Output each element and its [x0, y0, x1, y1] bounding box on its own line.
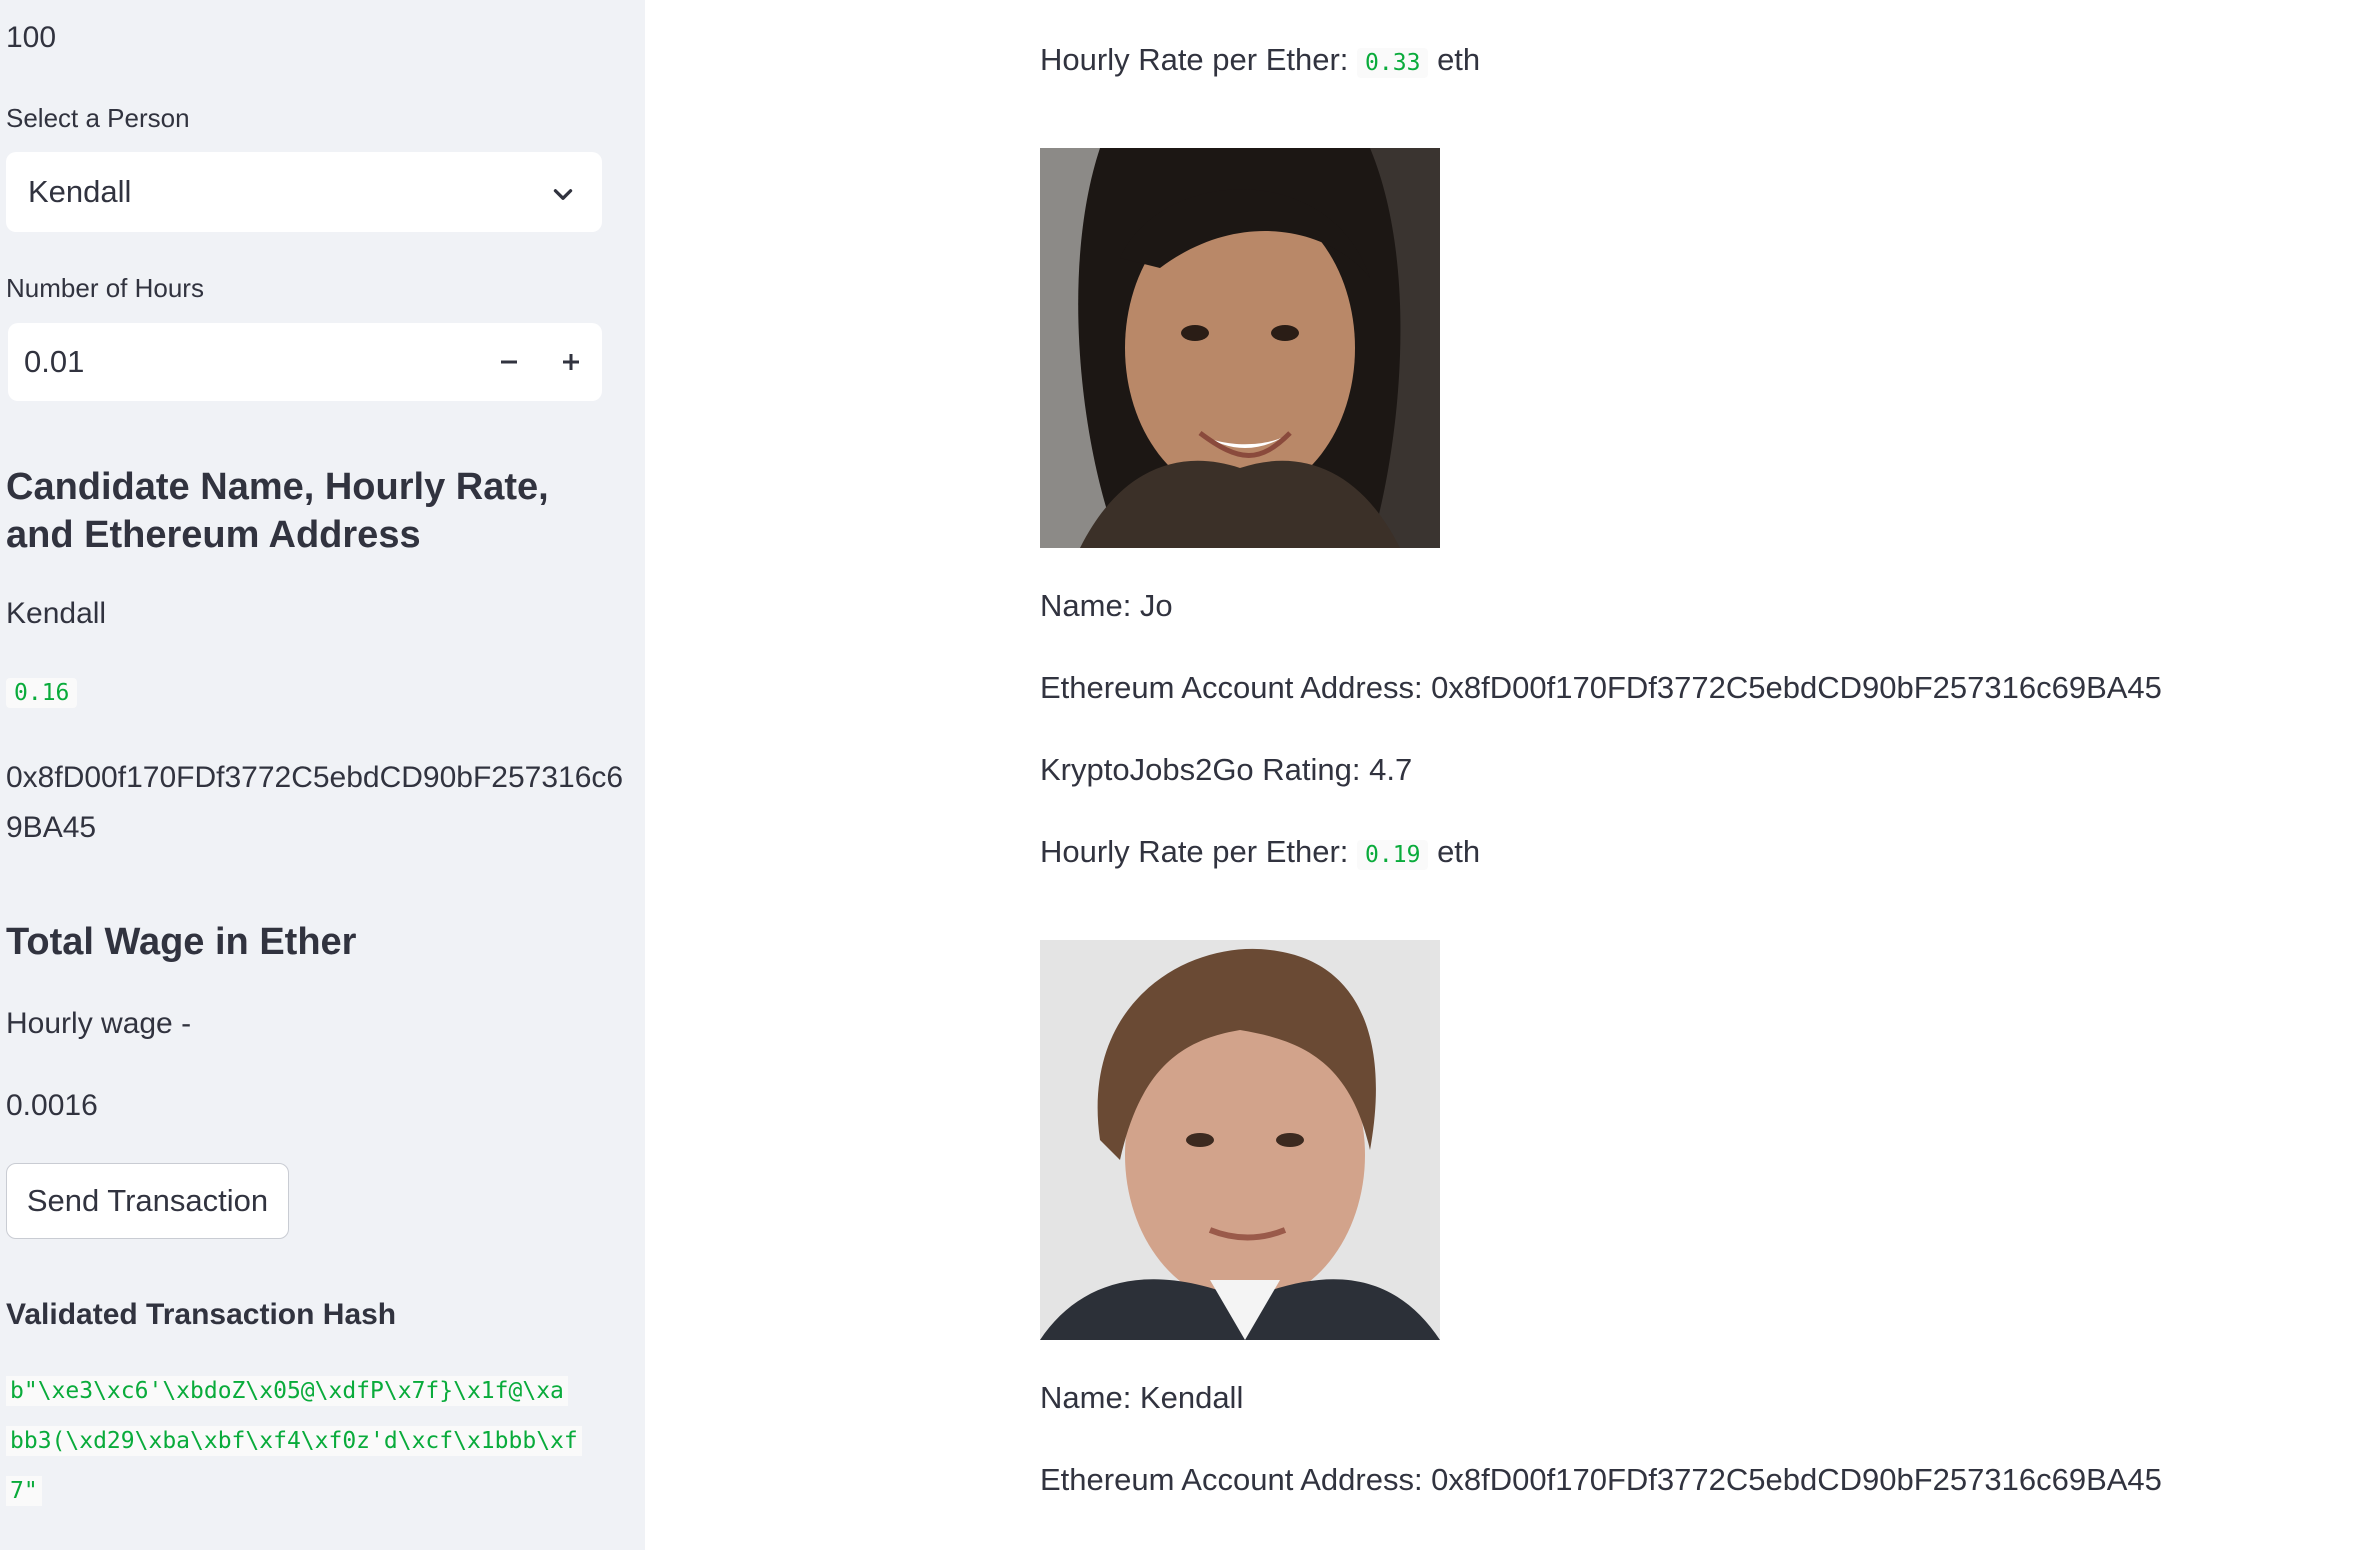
candidate-address-line1: 0x8fD00f170FDf3772C5ebdCD90bF257316c6: [6, 761, 624, 794]
person-jo-name: Name: Jo: [1040, 588, 1173, 623]
chevron-down-icon: [550, 179, 576, 205]
minus-icon: [501, 360, 517, 364]
select-person-label: Select a Person: [6, 103, 190, 133]
select-person-dropdown[interactable]: Kendall: [6, 152, 602, 232]
transaction-hash: b"\xe3\xc6'\xbdoZ\x05@\xdfP\x7f}\x1f@\xa…: [6, 1366, 602, 1516]
hash-line-2: bb3(\xd29\xba\xbf\xf4\xf0z'd\xcf\x1bbb\x…: [6, 1426, 582, 1456]
hours-value[interactable]: 0.01: [24, 344, 478, 380]
decrement-button[interactable]: [478, 323, 540, 401]
hourly-wage-label: Hourly wage -: [6, 1007, 192, 1040]
select-person-value: Kendall: [28, 174, 132, 209]
candidate-heading: Candidate Name, Hourly Rate, and Ethereu…: [6, 466, 549, 556]
hash-line-1: b"\xe3\xc6'\xbdoZ\x05@\xdfP\x7f}\x1f@\xa: [6, 1376, 568, 1406]
candidate-photo-jo: [1040, 148, 1440, 548]
validated-hash-heading: Validated Transaction Hash: [6, 1298, 397, 1331]
sidebar: 100 Select a Person Kendall Number of Ho…: [0, 0, 645, 1550]
person-jo-rate-row: Hourly Rate per Ether: 0.19 eth: [1040, 832, 1480, 872]
person-jo-rate-unit: eth: [1437, 834, 1481, 869]
candidate-name: Kendall: [6, 597, 107, 630]
prev-rate-row: Hourly Rate per Ether: 0.33 eth: [1040, 40, 1480, 80]
person-kendall-address: Ethereum Account Address: 0x8fD00f170FDf…: [1040, 1462, 2162, 1497]
hours-number-input[interactable]: 0.01: [8, 323, 602, 401]
hourly-wage-value: 0.0016: [6, 1089, 98, 1122]
candidate-photo-kendall: [1040, 940, 1440, 1340]
prev-rate-label: Hourly Rate per Ether:: [1040, 42, 1349, 77]
send-transaction-button[interactable]: Send Transaction: [6, 1163, 289, 1239]
candidate-rate-code: 0.16: [6, 678, 78, 708]
prev-rate-value: 0.33: [1357, 48, 1429, 78]
candidate-rate: 0.16: [6, 678, 78, 708]
main-content: Hourly Rate per Ether: 0.33 eth Name: Jo…: [645, 0, 2376, 1550]
person-jo-rate-value: 0.19: [1357, 840, 1429, 870]
candidate-address-line2: 9BA45: [6, 811, 97, 844]
person-jo-address: Ethereum Account Address: 0x8fD00f170FDf…: [1040, 670, 2162, 705]
plus-icon: [563, 354, 579, 370]
increment-button[interactable]: [540, 323, 602, 401]
total-wage-heading: Total Wage in Ether: [6, 921, 357, 963]
person-jo-rate-label: Hourly Rate per Ether:: [1040, 834, 1349, 869]
hours-label: Number of Hours: [6, 273, 204, 303]
person-kendall-name: Name: Kendall: [1040, 1380, 1244, 1415]
hash-line-3: 7": [6, 1476, 42, 1506]
prev-rate-unit: eth: [1437, 42, 1481, 77]
person-jo-rating: KryptoJobs2Go Rating: 4.7: [1040, 752, 1413, 787]
sidebar-top-value: 100: [6, 21, 57, 54]
